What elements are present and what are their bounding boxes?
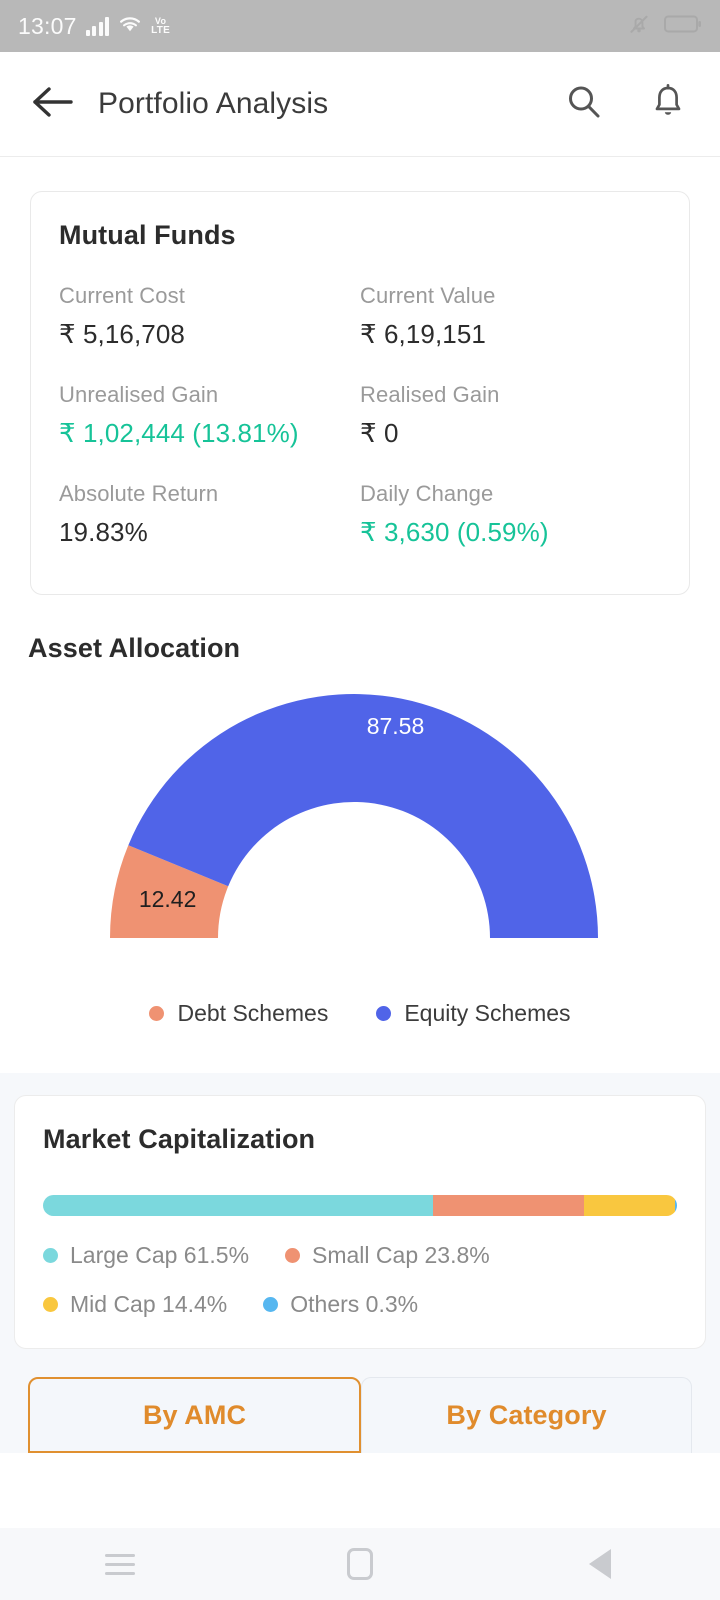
legend-label-equity-schemes: Equity Schemes <box>404 1000 571 1026</box>
app-screen: 13:07 Vo LTE Portfolio Analysis Mutual F… <box>0 0 720 1600</box>
recents-icon <box>105 1553 135 1575</box>
gauge-label-equity: 87.58 <box>367 713 425 739</box>
legend-label-others: Others 0.3% <box>290 1291 419 1317</box>
stat-label-daily-change: Daily Change <box>360 481 494 506</box>
stat-value-current-cost: ₹ 5,16,708 <box>59 319 185 349</box>
legend-dot-debt-icon <box>149 1006 165 1021</box>
page-title: Portfolio Analysis <box>98 87 329 120</box>
legend-item-others[interactable]: Others 0.3% <box>263 1291 418 1318</box>
legend-item-debt-schemes[interactable]: Debt Schemes <box>149 1000 328 1027</box>
back-button[interactable] <box>30 81 76 127</box>
legend-item-mid-cap[interactable]: Mid Cap 14.4% <box>43 1291 227 1318</box>
status-bar-left: 13:07 Vo LTE <box>18 13 170 40</box>
back-nav-button[interactable] <box>555 1534 645 1594</box>
stat-value-realised-gain: ₹ 0 <box>360 418 399 448</box>
gauge-label-debt: 12.42 <box>139 886 197 912</box>
home-icon <box>347 1548 373 1580</box>
legend-dot-large-cap-icon <box>43 1248 58 1263</box>
stat-label-absolute-return: Absolute Return <box>59 481 219 506</box>
mcap-segment-others <box>675 1195 677 1216</box>
volte-icon: Vo LTE <box>151 16 171 36</box>
legend-label-large-cap: Large Cap 61.5% <box>70 1242 250 1268</box>
stat-value-current-value: ₹ 6,19,151 <box>360 319 486 349</box>
mcap-segment-large-cap <box>43 1195 433 1216</box>
stat-value-unrealised-gain: ₹ 1,02,444 (13.81%) <box>59 418 299 448</box>
wifi-icon <box>118 14 142 38</box>
legend-item-small-cap[interactable]: Small Cap 23.8% <box>285 1242 490 1269</box>
breakdown-tabs: By AMC By Category <box>28 1377 692 1453</box>
stat-label-unrealised-gain: Unrealised Gain <box>59 382 219 407</box>
legend-dot-equity-icon <box>376 1006 392 1021</box>
tab-by-amc[interactable]: By AMC <box>28 1377 361 1453</box>
back-arrow-icon <box>32 85 74 124</box>
market-capitalization-card: Market Capitalization Large Cap 61.5% Sm… <box>14 1095 706 1349</box>
battery-icon <box>664 14 702 39</box>
status-bar: 13:07 Vo LTE <box>0 0 720 52</box>
market-capitalization-title: Market Capitalization <box>43 1124 316 1154</box>
stat-value-daily-change: ₹ 3,630 (0.59%) <box>360 517 549 547</box>
lower-section: Market Capitalization Large Cap 61.5% Sm… <box>0 1073 720 1453</box>
app-bar: Portfolio Analysis <box>0 52 720 157</box>
asset-allocation-title: Asset Allocation <box>28 633 241 663</box>
bell-icon <box>651 83 685 126</box>
search-icon <box>565 83 603 126</box>
market-capitalization-stacked-bar <box>43 1195 677 1216</box>
stat-label-current-value: Current Value <box>360 283 496 308</box>
stat-label-realised-gain: Realised Gain <box>360 382 500 407</box>
content-scroll-area[interactable]: Mutual Funds Current Cost Current Value … <box>0 157 720 1528</box>
legend-item-large-cap[interactable]: Large Cap 61.5% <box>43 1242 249 1269</box>
legend-dot-small-cap-icon <box>285 1248 301 1263</box>
mcap-segment-small-cap <box>432 1195 584 1216</box>
legend-item-equity-schemes[interactable]: Equity Schemes <box>376 1000 571 1027</box>
status-time: 13:07 <box>18 12 77 39</box>
notifications-button[interactable] <box>646 82 690 126</box>
mcap-segment-mid-cap <box>583 1195 676 1216</box>
tab-by-category-label: By Category <box>446 1400 607 1430</box>
mutual-funds-summary-card: Mutual Funds Current Cost Current Value … <box>30 191 690 595</box>
legend-label-mid-cap: Mid Cap 14.4% <box>70 1291 228 1317</box>
legend-dot-mid-cap-icon <box>43 1297 58 1312</box>
home-button[interactable] <box>315 1534 405 1594</box>
market-capitalization-legend: Large Cap 61.5% Small Cap 23.8% Mid Cap … <box>43 1242 677 1318</box>
stat-value-absolute-return: 19.83% <box>59 517 148 547</box>
stat-label-current-cost: Current Cost <box>59 283 185 308</box>
asset-allocation-gauge-chart: 12.42 87.58 <box>0 680 720 980</box>
search-button[interactable] <box>562 82 606 126</box>
gauge-svg: 12.42 87.58 <box>110 694 599 938</box>
tab-by-amc-label: By AMC <box>142 1399 247 1430</box>
mutual-funds-card-title: Mutual Funds <box>59 220 236 250</box>
summary-stats-grid: Current Cost Current Value ₹ 5,16,708 ₹ … <box>59 273 661 564</box>
legend-dot-others-icon <box>263 1297 279 1312</box>
tab-by-category[interactable]: By Category <box>361 1377 692 1453</box>
signal-bars-icon <box>85 16 110 36</box>
back-triangle-icon <box>589 1549 611 1579</box>
recents-button[interactable] <box>75 1534 165 1594</box>
legend-label-small-cap: Small Cap 23.8% <box>312 1242 490 1268</box>
mute-icon <box>626 11 652 42</box>
app-bar-actions <box>562 82 690 126</box>
android-navigation-bar <box>0 1528 720 1600</box>
asset-allocation-legend: Debt Schemes Equity Schemes <box>0 1000 720 1027</box>
volte-bottom-label: LTE <box>151 24 171 36</box>
legend-label-debt-schemes: Debt Schemes <box>177 1000 329 1026</box>
status-bar-right <box>626 11 702 42</box>
